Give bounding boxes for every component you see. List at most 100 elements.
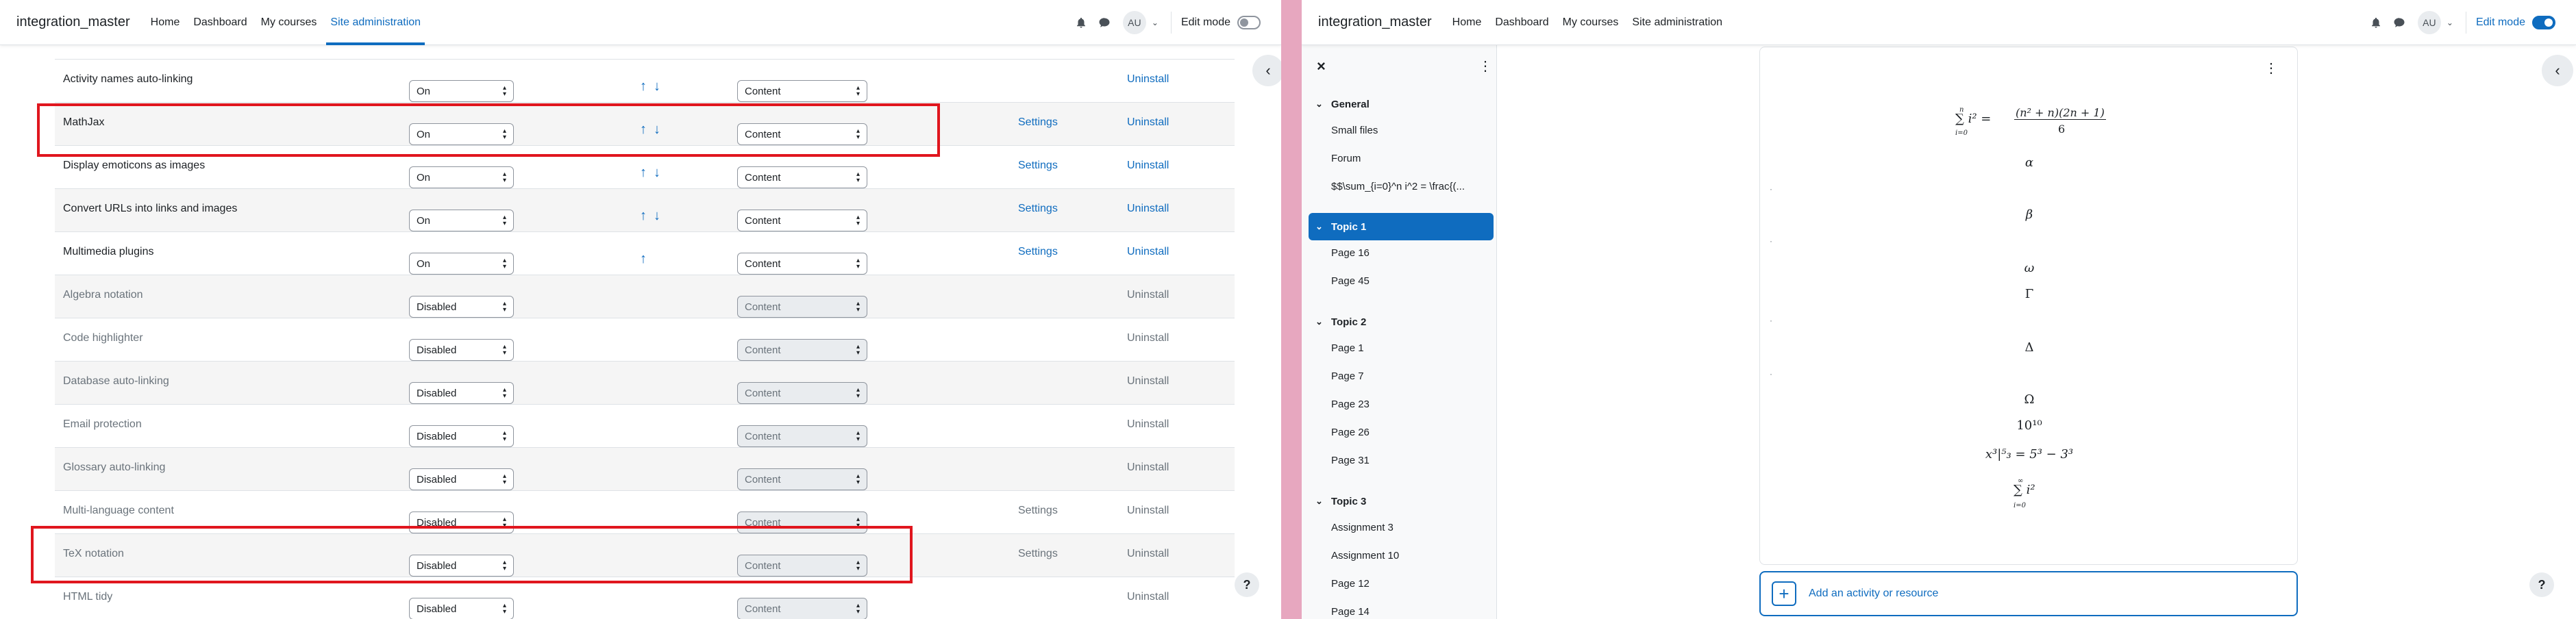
uninstall-link[interactable]: Uninstall	[1127, 462, 1169, 474]
site-brand[interactable]: integration_master	[16, 14, 130, 30]
math-delta: Δ	[2024, 340, 2034, 355]
settings-link[interactable]: Settings	[1018, 246, 1058, 258]
course-index-item[interactable]: Assignment 10	[1331, 550, 1399, 561]
nav-site-administration[interactable]: Site administration	[1632, 0, 1722, 45]
uninstall-link[interactable]: Uninstall	[1127, 418, 1169, 431]
course-index-item[interactable]: Assignment 3	[1331, 522, 1394, 533]
filter-state-select[interactable]: Disabled ▴ ▾	[409, 598, 514, 619]
filter-state-select[interactable]: On ▴ ▾	[409, 166, 514, 188]
course-index-item[interactable]: Forum	[1331, 153, 1361, 164]
filter-state-select[interactable]: On ▴ ▾	[409, 210, 514, 231]
avatar[interactable]: AU	[2417, 11, 2441, 34]
move-down-icon[interactable]: ↓	[654, 79, 660, 94]
filter-row: Multimedia plugins On ▴ ▾ ↑ Content ▴ ▾ Settings…	[55, 231, 1235, 275]
bell-icon[interactable]	[1072, 14, 1090, 31]
drawer-toggle-button[interactable]: ‹	[2542, 55, 2573, 86]
filter-state-select[interactable]: On ▴ ▾	[409, 80, 514, 102]
uninstall-link[interactable]: Uninstall	[1127, 73, 1169, 86]
chevron-down-icon[interactable]: ⌄	[1315, 496, 1323, 507]
nav-site-administration[interactable]: Site administration	[326, 0, 425, 45]
uninstall-link[interactable]: Uninstall	[1127, 246, 1169, 258]
course-index-item[interactable]: Page 26	[1331, 427, 1370, 438]
bell-icon[interactable]	[2367, 14, 2385, 31]
help-button[interactable]: ?	[2529, 572, 2554, 597]
section-title: Topic 3	[1330, 495, 1367, 507]
course-index-section[interactable]: ⌄ Topic 1	[1309, 213, 1494, 240]
chevron-down-icon[interactable]: ⌄	[1152, 18, 1159, 27]
chevron-left-icon: ‹	[2555, 62, 2560, 79]
filter-apply-to-select[interactable]: Content ▴ ▾	[737, 166, 867, 188]
filter-state-select[interactable]: Disabled ▴ ▾	[409, 382, 514, 404]
move-up-icon[interactable]: ↑	[640, 251, 647, 267]
course-index-item[interactable]: Page 14	[1331, 606, 1370, 618]
uninstall-link[interactable]: Uninstall	[1127, 289, 1169, 301]
filter-state-select[interactable]: Disabled ▴ ▾	[409, 296, 514, 318]
filter-apply-to-select[interactable]: Content ▴ ▾	[737, 253, 867, 275]
chevron-down-icon[interactable]: ⌄	[1315, 221, 1323, 232]
close-icon[interactable]: ×	[1317, 58, 1326, 75]
nav-home[interactable]: Home	[1452, 0, 1482, 45]
drawer-toggle-button[interactable]: ‹	[1252, 55, 1281, 86]
messages-icon[interactable]	[2390, 14, 2408, 31]
uninstall-link[interactable]: Uninstall	[1127, 203, 1169, 215]
nav-home[interactable]: Home	[151, 0, 180, 45]
settings-link[interactable]: Settings	[1018, 160, 1058, 172]
course-index-item[interactable]: Page 16	[1331, 247, 1370, 259]
settings-link[interactable]: Settings	[1018, 505, 1058, 517]
course-index-item[interactable]: Page 45	[1331, 275, 1370, 287]
edit-mode-toggle[interactable]	[2532, 16, 2555, 29]
filter-apply-to-select[interactable]: Content ▴ ▾	[737, 210, 867, 231]
filter-apply-to-select[interactable]: Content ▴ ▾	[737, 80, 867, 102]
messages-icon[interactable]	[1095, 14, 1113, 31]
move-down-icon[interactable]: ↓	[654, 208, 660, 224]
course-index-item[interactable]: Page 12	[1331, 578, 1370, 590]
move-down-icon[interactable]: ↓	[654, 165, 660, 181]
settings-link[interactable]: Settings	[1018, 548, 1058, 560]
edit-mode-label: Edit mode	[1180, 16, 1230, 28]
course-index-section[interactable]: ⌄ Topic 2	[1309, 308, 1494, 336]
uninstall-link[interactable]: Uninstall	[1127, 548, 1169, 560]
move-up-icon[interactable]: ↑	[640, 208, 647, 224]
add-activity-label: Add an activity or resource	[1809, 588, 1939, 599]
course-index-item[interactable]: Page 31	[1331, 455, 1370, 466]
filter-state-select[interactable]: Disabled ▴ ▾	[409, 425, 514, 447]
nav-my-courses[interactable]: My courses	[261, 0, 317, 45]
nav-dashboard[interactable]: Dashboard	[193, 0, 247, 45]
course-index-item[interactable]: Page 7	[1331, 370, 1364, 382]
more-options-icon[interactable]: ⋮	[1478, 58, 1492, 75]
uninstall-link[interactable]: Uninstall	[1127, 505, 1169, 517]
more-options-icon[interactable]: ⋮	[2264, 60, 2278, 77]
chevron-down-icon[interactable]: ⌄	[1315, 99, 1323, 110]
filter-state-select[interactable]: On ▴ ▾	[409, 253, 514, 275]
site-brand[interactable]: integration_master	[1318, 14, 1432, 30]
reorder-arrows: ↑	[640, 251, 647, 267]
add-activity-button[interactable]: + Add an activity or resource	[1759, 571, 2298, 616]
course-index-section[interactable]: ⌄ Topic 3	[1309, 488, 1494, 515]
edit-mode-toggle[interactable]	[1237, 16, 1261, 29]
chevron-down-icon[interactable]: ⌄	[2447, 18, 2453, 27]
uninstall-link[interactable]: Uninstall	[1127, 332, 1169, 344]
filter-state-select[interactable]: Disabled ▴ ▾	[409, 339, 514, 361]
settings-link[interactable]: Settings	[1018, 116, 1058, 129]
chevron-down-icon[interactable]: ⌄	[1315, 316, 1323, 327]
course-index-item[interactable]: Small files	[1331, 125, 1378, 136]
nav-dashboard[interactable]: Dashboard	[1495, 0, 1548, 45]
filter-apply-to-select: Content ▴ ▾	[737, 468, 867, 490]
filter-state-select[interactable]: Disabled ▴ ▾	[409, 468, 514, 490]
course-index-item[interactable]: $$\sum_{i=0}^n i^2 = \frac{(...	[1331, 181, 1465, 192]
filter-name: Algebra notation	[63, 289, 143, 301]
uninstall-link[interactable]: Uninstall	[1127, 375, 1169, 388]
uninstall-link[interactable]: Uninstall	[1127, 160, 1169, 172]
avatar[interactable]: AU	[1122, 11, 1146, 34]
course-index-item[interactable]: Page 23	[1331, 399, 1370, 410]
course-index-section[interactable]: ⌄ General	[1309, 90, 1494, 118]
uninstall-link[interactable]: Uninstall	[1127, 116, 1169, 129]
move-up-icon[interactable]: ↑	[640, 165, 647, 181]
settings-link[interactable]: Settings	[1018, 203, 1058, 215]
move-up-icon[interactable]: ↑	[640, 79, 647, 94]
help-button[interactable]: ?	[1235, 572, 1259, 597]
filter-name: Glossary auto-linking	[63, 462, 166, 473]
course-index-item[interactable]: Page 1	[1331, 342, 1364, 354]
uninstall-link[interactable]: Uninstall	[1127, 591, 1169, 603]
nav-my-courses[interactable]: My courses	[1563, 0, 1619, 45]
